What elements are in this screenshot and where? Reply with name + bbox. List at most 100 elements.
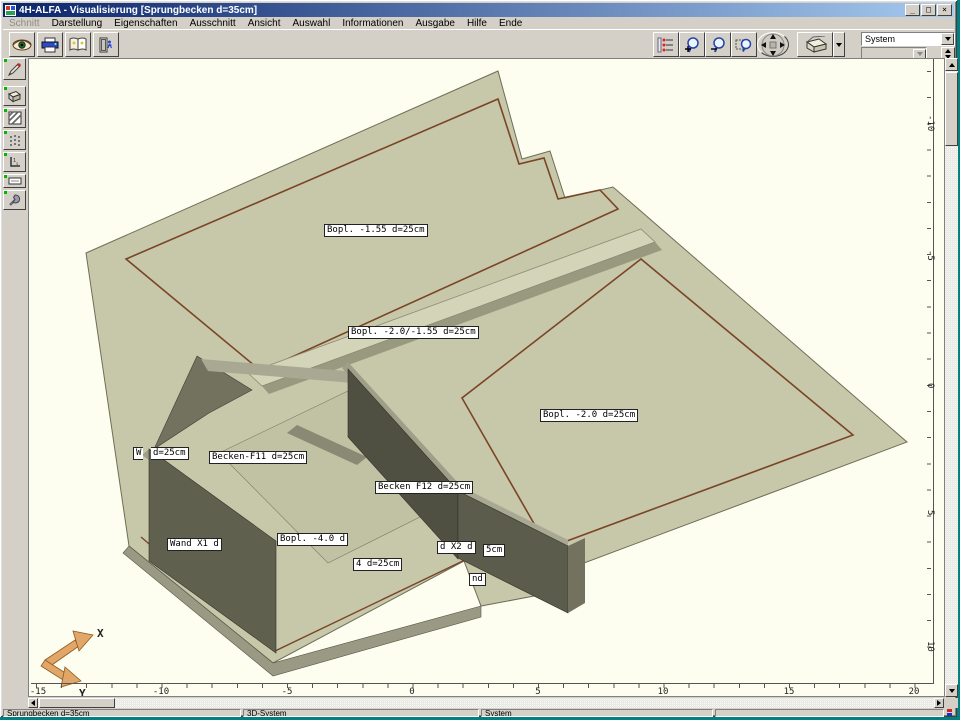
settings-tool-button[interactable]	[3, 190, 26, 210]
label-becken-f11: Becken-F11 d=25cm	[209, 451, 307, 464]
pan-control[interactable]	[757, 32, 789, 57]
menu-darstellung[interactable]: Darstellung	[46, 18, 109, 29]
menu-hilfe[interactable]: Hilfe	[461, 18, 493, 29]
app-icon	[5, 5, 16, 16]
vertical-scrollbar[interactable]	[945, 58, 958, 697]
mesh-grid-icon	[8, 133, 22, 147]
view-3d-dropdown[interactable]	[833, 32, 845, 57]
maximize-button[interactable]: □	[921, 4, 936, 16]
viewport-3d[interactable]: Bopl. -1.55 d=25cm Bopl. -2.0/-1.55 d=25…	[28, 58, 945, 697]
solid-view-button[interactable]	[3, 86, 26, 106]
ruler-label: -5	[925, 250, 935, 261]
scroll-up-button[interactable]	[945, 58, 958, 71]
ruler-label: -5	[282, 687, 293, 697]
label-fragment-4d25: 4 d=25cm	[353, 558, 402, 571]
menu-informationen[interactable]: Informationen	[336, 18, 409, 29]
arrow-right-icon	[937, 700, 941, 706]
menu-ausschnitt[interactable]: Ausschnitt	[184, 18, 242, 29]
menu-schnitt: Schnitt	[3, 18, 46, 29]
title-bar[interactable]: 4H-ALFA - Visualisierung [Sprungbecken d…	[3, 3, 954, 17]
label-fragment-5cm: 5cm	[483, 544, 505, 557]
zoom-in-button[interactable]	[679, 32, 705, 57]
edit-tool-button[interactable]	[3, 58, 26, 80]
system-combo-arrow[interactable]	[941, 33, 954, 45]
ruler-label: 20	[909, 687, 920, 697]
eye-icon	[12, 38, 32, 52]
label-bopl-20-155: Bopl. -2.0/-1.55 d=25cm	[348, 326, 479, 339]
print-button[interactable]	[37, 32, 63, 57]
y-axis-label: Y	[79, 687, 86, 697]
ruler-label: 10	[658, 687, 669, 697]
toolbar: System	[3, 29, 954, 58]
status-view: System	[481, 709, 713, 717]
side-toolbar: 1 s	[2, 58, 27, 698]
ruler-label: -10	[153, 687, 169, 697]
label-bopl-155: Bopl. -1.55 d=25cm	[324, 224, 428, 237]
app-window: 4H-ALFA - Visualisierung [Sprungbecken d…	[0, 0, 957, 717]
view-3d-button[interactable]	[797, 32, 833, 57]
menu-auswahl[interactable]: Auswahl	[287, 18, 337, 29]
dimension-icon: 1 s	[8, 155, 22, 169]
ruler-label: 0	[409, 687, 414, 697]
status-system-type: 3D-System	[243, 709, 479, 717]
label-bopl-20: Bopl. -2.0 d=25cm	[540, 409, 638, 422]
zoom-window-icon	[735, 36, 753, 54]
pencil-icon	[7, 62, 22, 77]
label-wand-x1: Wand X1 d	[167, 538, 222, 551]
menu-ansicht[interactable]: Ansicht	[242, 18, 287, 29]
mesh-view-button[interactable]	[3, 130, 26, 150]
label-icon	[8, 177, 22, 185]
zoom-out-button[interactable]	[705, 32, 731, 57]
close-button[interactable]: ×	[937, 4, 952, 16]
arrow-down-icon	[949, 689, 955, 693]
scrollbar-corner	[945, 698, 958, 708]
window-title: 4H-ALFA - Visualisierung [Sprungbecken d…	[19, 5, 904, 16]
chevron-down-icon	[836, 43, 842, 47]
small-basin-side	[568, 538, 585, 613]
label-fragment-w: W	[133, 447, 143, 460]
horizontal-scroll-thumb[interactable]	[39, 698, 115, 708]
label-fragment-d25: d=25cm	[151, 447, 189, 460]
exit-door-icon	[98, 37, 114, 53]
menu-eigenschaften[interactable]: Eigenschaften	[108, 18, 183, 29]
hatch-view-button[interactable]	[3, 108, 26, 128]
dimension-tool-button[interactable]: 1 s	[3, 152, 26, 172]
structure-tree-icon	[657, 37, 675, 53]
label-bopl-40: Bopl. -4.0 d	[277, 533, 348, 546]
ruler-right-ticks	[927, 71, 931, 671]
chevron-down-icon	[917, 52, 923, 56]
exit-button[interactable]	[93, 32, 119, 57]
vertical-scroll-thumb[interactable]	[945, 72, 958, 146]
arrow-up-icon	[949, 63, 955, 67]
pan-arrows-icon	[760, 33, 786, 57]
zoom-window-button[interactable]	[731, 32, 757, 57]
scroll-right-button[interactable]	[934, 698, 944, 708]
minimize-button[interactable]: _	[905, 4, 920, 16]
structure-list-button[interactable]	[653, 32, 679, 57]
menu-ende[interactable]: Ende	[493, 18, 528, 29]
scroll-left-button[interactable]	[28, 698, 38, 708]
scroll-down-button[interactable]	[945, 684, 958, 697]
ruler-label: 5	[535, 687, 540, 697]
ruler-label: 10	[925, 641, 935, 652]
ruler-label: 5	[925, 510, 935, 515]
system-combo-value: System	[862, 34, 941, 44]
spin-up-icon	[945, 49, 951, 53]
ruler-label: 0	[925, 383, 935, 388]
cube-3d-icon	[802, 36, 828, 54]
zoom-in-icon	[683, 36, 701, 54]
manual-button[interactable]	[65, 32, 91, 57]
ruler-label: -15	[30, 687, 46, 697]
horizontal-scrollbar[interactable]	[28, 698, 944, 708]
hatched-square-icon	[8, 111, 22, 125]
label-fragment-nd: nd	[469, 573, 486, 586]
ruler-label: 15	[784, 687, 795, 697]
visualize-button[interactable]	[9, 32, 35, 57]
menu-ausgabe[interactable]: Ausgabe	[409, 18, 460, 29]
system-combobox[interactable]: System	[861, 32, 955, 46]
chevron-down-icon	[945, 37, 951, 41]
status-bar: Sprungbecken d=35cm 3D-System System	[3, 709, 954, 717]
label-becken-f12: Becken F12 d=25cm	[375, 481, 473, 494]
label-tool-button[interactable]	[3, 174, 26, 188]
label-wand-x2: d X2 d	[437, 541, 476, 554]
